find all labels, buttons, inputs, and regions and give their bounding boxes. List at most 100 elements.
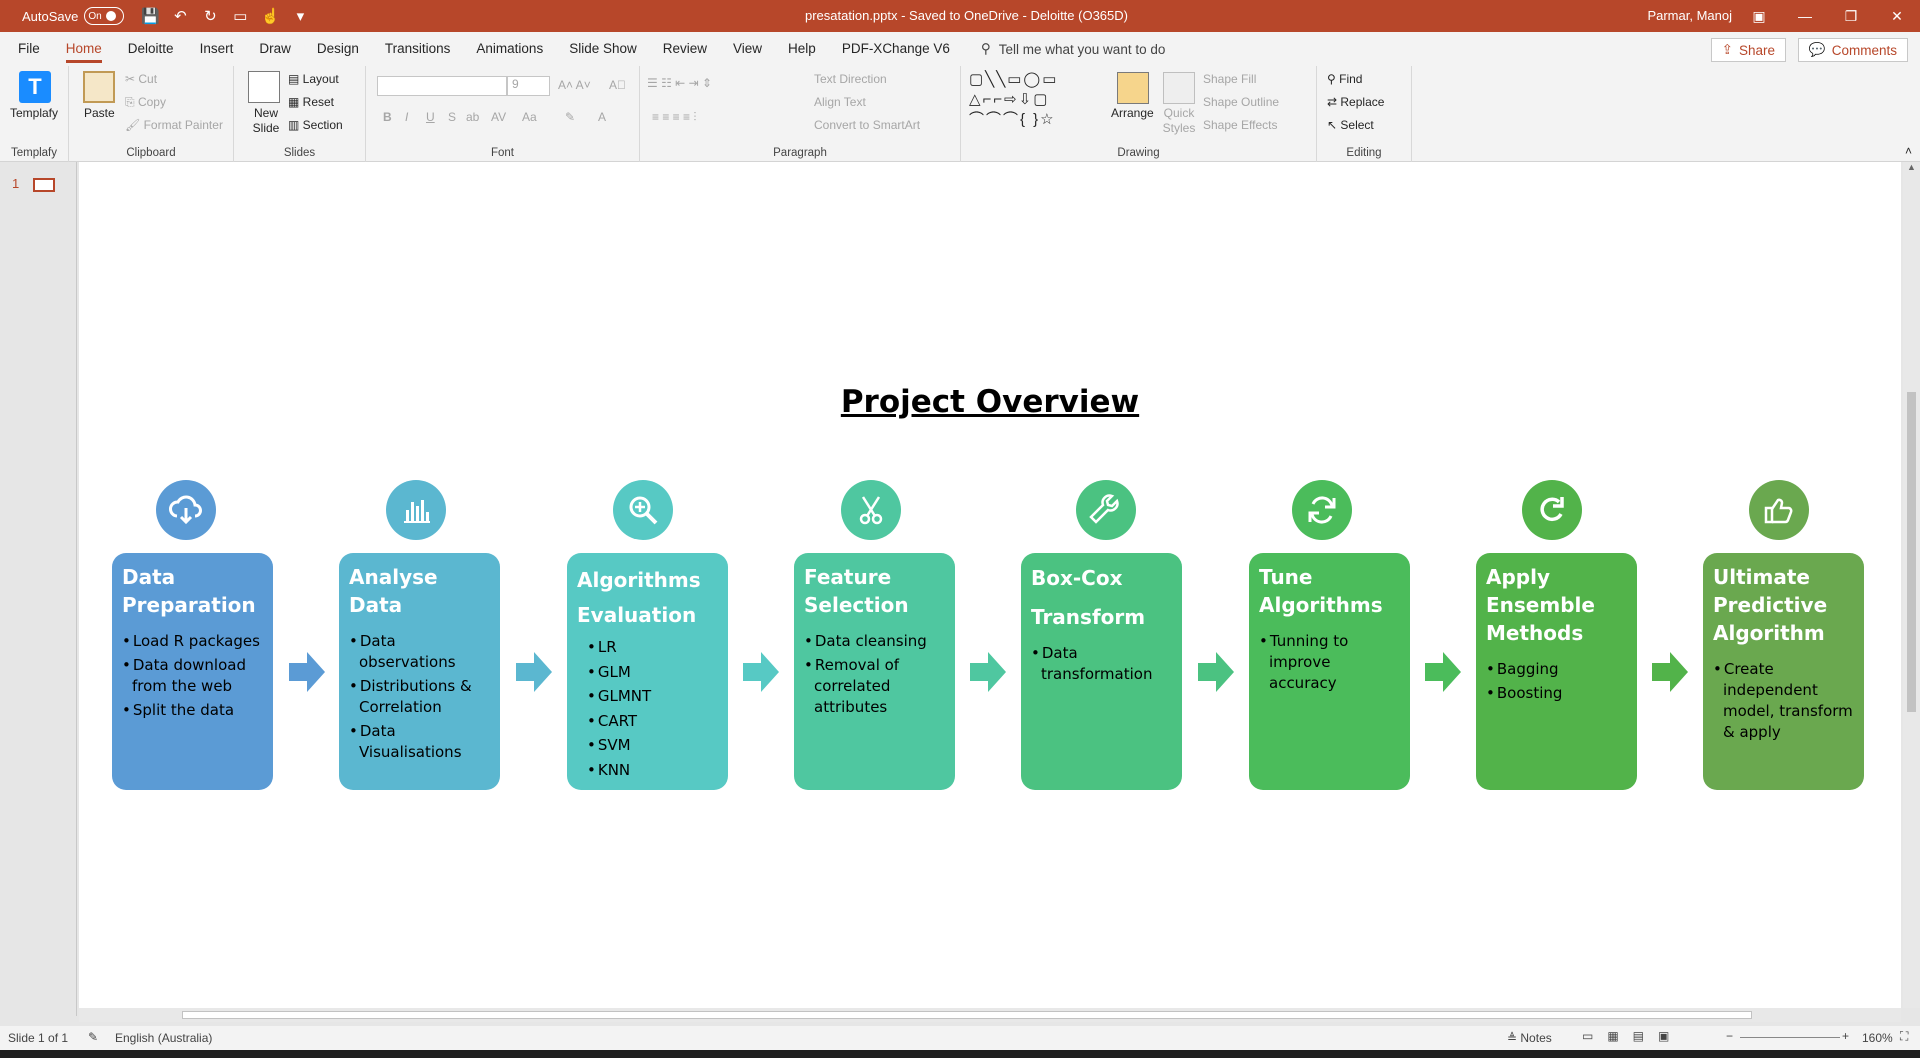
- cut-button[interactable]: ✂ Cut: [125, 72, 157, 86]
- present-icon[interactable]: ▭: [230, 7, 250, 25]
- step-5-icon-circle[interactable]: [1076, 480, 1136, 540]
- step-7-icon-circle[interactable]: [1522, 480, 1582, 540]
- horizontal-scroll-thumb[interactable]: [182, 1011, 1752, 1019]
- clear-formatting-icon[interactable]: A⃠: [609, 78, 626, 92]
- text-direction-button[interactable]: Text Direction: [814, 72, 887, 86]
- section-button[interactable]: ▥ Section: [288, 118, 343, 132]
- step-card-data-preparation[interactable]: Data Preparation Load R packages Data do…: [112, 553, 273, 790]
- select-button[interactable]: ↖ Select: [1327, 118, 1374, 132]
- share-button[interactable]: ⇪ Share: [1710, 38, 1786, 62]
- font-color-icon[interactable]: A: [598, 110, 606, 124]
- highlight-icon[interactable]: ✎: [565, 110, 575, 124]
- step-arrow[interactable]: [516, 652, 552, 692]
- grow-font-icon[interactable]: A˄ A˅: [558, 78, 591, 92]
- tab-pdf-xchange[interactable]: PDF-XChange V6: [829, 32, 963, 66]
- tab-review[interactable]: Review: [650, 32, 720, 66]
- step-6-icon-circle[interactable]: [1292, 480, 1352, 540]
- minimize-icon[interactable]: —: [1782, 0, 1828, 32]
- tab-insert[interactable]: Insert: [187, 32, 247, 66]
- tab-deloitte[interactable]: Deloitte: [115, 32, 187, 66]
- format-painter-button[interactable]: 🖌 Format Painter: [125, 118, 223, 132]
- undo-icon[interactable]: ↶: [170, 7, 190, 25]
- slide-title[interactable]: Project Overview: [79, 384, 1901, 420]
- bold-button[interactable]: B: [383, 110, 392, 124]
- tab-file[interactable]: File: [0, 32, 53, 66]
- notes-button[interactable]: ≜ Notes: [1507, 1031, 1552, 1045]
- step-2-icon-circle[interactable]: [386, 480, 446, 540]
- autosave[interactable]: AutoSave On: [22, 7, 125, 25]
- tell-me-box[interactable]: ⚲ Tell me what you want to do: [981, 41, 1165, 57]
- font-case-icon[interactable]: Aa: [522, 110, 537, 124]
- tab-slide-show[interactable]: Slide Show: [556, 32, 650, 66]
- replace-button[interactable]: ⇄ Replace: [1327, 95, 1384, 109]
- shape-fill-button[interactable]: Shape Fill: [1203, 72, 1256, 86]
- vertical-scroll-thumb[interactable]: [1907, 392, 1916, 712]
- shape-outline-button[interactable]: Shape Outline: [1203, 95, 1279, 109]
- shapes-gallery[interactable]: ▢╲╲▭◯▭ △⌐⌐⇨⇩▢ ⌒⌒⌒{ }☆: [969, 70, 1099, 130]
- restore-icon[interactable]: ❐: [1828, 0, 1874, 32]
- user-name[interactable]: Parmar, Manoj: [1647, 8, 1732, 23]
- step-8-icon-circle[interactable]: [1749, 480, 1809, 540]
- italic-button[interactable]: I: [405, 110, 408, 124]
- ribbon-display-icon[interactable]: ▣: [1736, 0, 1782, 32]
- paste-button[interactable]: Paste: [84, 106, 115, 120]
- horizontal-scrollbar[interactable]: [79, 1008, 1901, 1022]
- fit-to-window-icon[interactable]: ⛶: [1900, 1029, 1908, 1044]
- collapse-ribbon-icon[interactable]: ˄: [1905, 144, 1912, 158]
- step-card-analyse-data[interactable]: Analyse Data Data observations Distribut…: [339, 553, 500, 790]
- step-arrow[interactable]: [1652, 652, 1688, 692]
- step-card-ultimate-predictive-algorithm[interactable]: Ultimate Predictive Algorithm Create ind…: [1703, 553, 1864, 790]
- save-icon[interactable]: 💾: [140, 7, 160, 25]
- step-arrow[interactable]: [1198, 652, 1234, 692]
- step-card-box-cox-transform[interactable]: Box-Cox Transform Data transformation: [1021, 553, 1182, 790]
- copy-button[interactable]: ⎘ Copy: [125, 95, 166, 110]
- slide-canvas[interactable]: Project Overview Data Preparation • Load…: [79, 162, 1901, 1008]
- tab-transitions[interactable]: Transitions: [372, 32, 464, 66]
- step-3-icon-circle[interactable]: [613, 480, 673, 540]
- templafy-button-label[interactable]: Templafy: [10, 106, 58, 120]
- tab-view[interactable]: View: [720, 32, 775, 66]
- alignment-icons[interactable]: ≡ ≡ ≡ ≡ ⫶: [652, 110, 696, 125]
- comments-button[interactable]: 💬 Comments: [1797, 38, 1908, 62]
- tab-animations[interactable]: Animations: [463, 32, 556, 66]
- shadow-button[interactable]: S: [448, 110, 456, 124]
- touch-mode-icon[interactable]: ☝: [260, 7, 280, 25]
- tab-design[interactable]: Design: [304, 32, 372, 66]
- vertical-scrollbar[interactable]: ▲: [1903, 162, 1920, 1008]
- find-button[interactable]: ⚲ Find: [1327, 72, 1362, 86]
- new-slide-button[interactable]: New Slide: [246, 106, 286, 136]
- font-name-box[interactable]: [377, 76, 507, 96]
- language[interactable]: English (Australia): [115, 1031, 212, 1045]
- step-arrow[interactable]: [970, 652, 1006, 692]
- quick-styles-icon[interactable]: [1163, 72, 1195, 104]
- customize-qat-icon[interactable]: ▾: [290, 7, 310, 25]
- character-spacing-icon[interactable]: ab: [466, 110, 479, 124]
- quick-styles-button[interactable]: Quick Styles: [1159, 106, 1199, 136]
- tab-home[interactable]: Home: [53, 32, 115, 66]
- bullets-icon[interactable]: ☰ ☷ ⇤ ⇥ ⇕: [647, 76, 712, 90]
- templafy-icon[interactable]: T: [19, 71, 51, 103]
- step-arrow[interactable]: [743, 652, 779, 692]
- change-case-icon[interactable]: AV: [491, 110, 506, 124]
- zoom-in-icon[interactable]: +: [1842, 1029, 1849, 1043]
- zoom-slider[interactable]: [1740, 1037, 1840, 1038]
- arrange-button[interactable]: Arrange: [1111, 106, 1154, 120]
- close-icon[interactable]: ✕: [1874, 0, 1920, 32]
- scroll-up-icon[interactable]: ▲: [1903, 162, 1920, 172]
- step-4-icon-circle[interactable]: [841, 480, 901, 540]
- autosave-toggle[interactable]: On: [84, 7, 125, 25]
- step-card-feature-selection[interactable]: Feature Selection Data cleansing Removal…: [794, 553, 955, 790]
- step-card-apply-ensemble-methods[interactable]: Apply Ensemble Methods Bagging Boosting: [1476, 553, 1637, 790]
- arrange-icon[interactable]: [1117, 72, 1149, 104]
- underline-button[interactable]: U: [426, 110, 435, 124]
- step-arrow[interactable]: [1425, 652, 1461, 692]
- zoom-out-icon[interactable]: −: [1726, 1029, 1733, 1043]
- spellcheck-icon[interactable]: ✎: [88, 1030, 98, 1044]
- slide-thumbnail[interactable]: [33, 178, 55, 192]
- convert-smartart-button[interactable]: Convert to SmartArt: [814, 118, 920, 132]
- tab-draw[interactable]: Draw: [246, 32, 304, 66]
- step-card-algorithms-evaluation[interactable]: Algorithms Evaluation LR GLM GLMNT CART …: [567, 553, 728, 790]
- font-size-box[interactable]: 9: [507, 76, 550, 96]
- tab-help[interactable]: Help: [775, 32, 829, 66]
- new-slide-icon[interactable]: [248, 71, 280, 103]
